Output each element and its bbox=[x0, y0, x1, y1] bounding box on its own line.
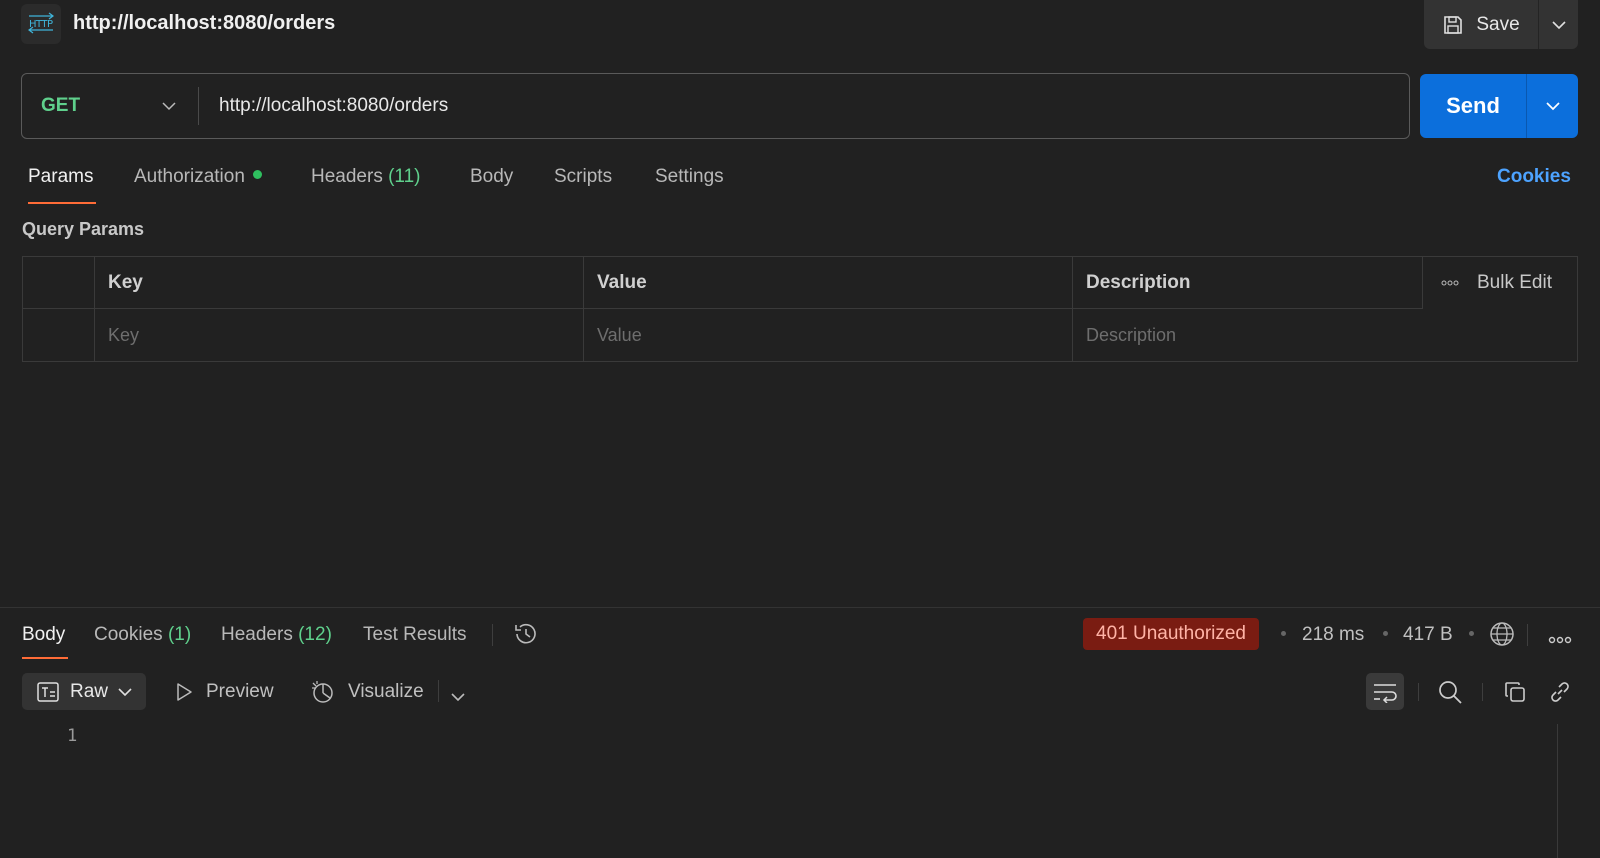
value-input[interactable]: Value bbox=[584, 309, 1073, 361]
table-header-checkbox-cell bbox=[23, 257, 95, 309]
response-size[interactable]: 417 B bbox=[1403, 624, 1453, 646]
response-tab-headers[interactable]: Headers (12) bbox=[221, 624, 332, 646]
tab-body[interactable]: Body bbox=[470, 166, 513, 188]
tab-authorization[interactable]: Authorization bbox=[134, 166, 262, 188]
status-badge[interactable]: 401 Unauthorized bbox=[1083, 618, 1259, 650]
save-button[interactable]: Save bbox=[1424, 0, 1538, 49]
response-tab-cookies[interactable]: Cookies (1) bbox=[94, 624, 191, 646]
visualize-icon bbox=[312, 680, 333, 703]
column-header-key: Key bbox=[95, 257, 584, 309]
cookies-link[interactable]: Cookies bbox=[1497, 166, 1571, 188]
separator-dot bbox=[1383, 631, 1388, 636]
visualize-options-chevron-down-icon[interactable] bbox=[451, 686, 465, 708]
separator-dot bbox=[1281, 631, 1286, 636]
chevron-down-icon bbox=[118, 687, 132, 696]
send-button[interactable]: Send bbox=[1420, 74, 1526, 138]
separator-dot bbox=[1469, 631, 1474, 636]
svg-text:HTTP: HTTP bbox=[29, 19, 53, 30]
send-button-group: Send bbox=[1420, 74, 1578, 138]
response-tab-headers-count: (12) bbox=[298, 624, 332, 645]
chevron-down-icon bbox=[1551, 20, 1566, 29]
response-tab-test-results[interactable]: Test Results bbox=[363, 624, 466, 646]
visualize-button[interactable]: Visualize bbox=[310, 673, 424, 710]
divider bbox=[492, 624, 493, 646]
format-select[interactable]: Raw bbox=[22, 673, 146, 710]
tab-headers-label: Headers bbox=[311, 166, 383, 187]
chevron-down-icon bbox=[162, 102, 176, 111]
divider bbox=[438, 680, 439, 702]
history-icon[interactable] bbox=[512, 620, 540, 654]
tab-settings[interactable]: Settings bbox=[655, 166, 724, 188]
chevron-down-icon bbox=[1545, 102, 1560, 111]
save-label: Save bbox=[1476, 13, 1520, 35]
column-header-description: Description bbox=[1073, 257, 1423, 309]
url-input[interactable]: http://localhost:8080/orders bbox=[199, 74, 1409, 138]
request-title[interactable]: http://localhost:8080/orders bbox=[73, 12, 335, 35]
response-tab-cookies-count: (1) bbox=[167, 624, 192, 645]
more-options-icon bbox=[1441, 280, 1459, 286]
response-tab-headers-label: Headers bbox=[221, 624, 293, 645]
visualize-label: Visualize bbox=[348, 680, 424, 702]
text-format-icon bbox=[37, 681, 59, 702]
play-icon bbox=[177, 682, 192, 701]
query-params-title: Query Params bbox=[22, 219, 145, 239]
description-input[interactable]: Description bbox=[1073, 309, 1577, 361]
url-bar: GET http://localhost:8080/orders bbox=[21, 73, 1410, 139]
editor-scrollbar[interactable] bbox=[1557, 724, 1558, 858]
status-dot-icon bbox=[252, 170, 262, 180]
method-select[interactable]: GET bbox=[22, 74, 198, 138]
column-header-value: Value bbox=[584, 257, 1073, 309]
tab-authorization-label: Authorization bbox=[134, 166, 245, 187]
http-request-icon: HTTP bbox=[21, 4, 61, 44]
search-icon[interactable] bbox=[1431, 673, 1469, 710]
bulk-edit-label: Bulk Edit bbox=[1477, 272, 1552, 293]
preview-button[interactable]: Preview bbox=[174, 673, 274, 710]
format-label: Raw bbox=[70, 680, 109, 702]
divider bbox=[1418, 683, 1419, 701]
active-tab-indicator bbox=[28, 202, 96, 204]
globe-icon[interactable] bbox=[1488, 620, 1516, 654]
preview-label: Preview bbox=[206, 680, 274, 702]
tab-params[interactable]: Params bbox=[28, 166, 93, 188]
method-label: GET bbox=[41, 95, 81, 116]
key-input[interactable]: Key bbox=[95, 309, 584, 361]
more-options-icon[interactable] bbox=[1548, 629, 1572, 651]
divider bbox=[1482, 683, 1483, 701]
bulk-edit-button[interactable]: Bulk Edit bbox=[1423, 257, 1578, 309]
response-tab-cookies-label: Cookies bbox=[94, 624, 163, 645]
save-icon bbox=[1444, 15, 1463, 34]
line-number: 1 bbox=[67, 726, 78, 746]
query-params-table: Key Value Description Bulk Edit Key Valu… bbox=[22, 256, 1578, 362]
pane-divider[interactable] bbox=[0, 607, 1600, 608]
save-button-group: Save bbox=[1424, 0, 1578, 49]
copy-icon[interactable] bbox=[1496, 673, 1534, 710]
tab-headers[interactable]: Headers (11) bbox=[311, 166, 421, 188]
response-time[interactable]: 218 ms bbox=[1302, 624, 1364, 646]
tab-headers-count: (11) bbox=[388, 166, 421, 187]
link-icon[interactable] bbox=[1541, 673, 1579, 710]
word-wrap-icon[interactable] bbox=[1366, 673, 1404, 710]
divider bbox=[1527, 624, 1528, 646]
row-checkbox-cell bbox=[23, 309, 95, 361]
send-options-button[interactable] bbox=[1526, 74, 1578, 138]
response-tab-body[interactable]: Body bbox=[22, 624, 65, 646]
tab-scripts[interactable]: Scripts bbox=[554, 166, 612, 188]
save-options-button[interactable] bbox=[1538, 0, 1578, 49]
active-tab-indicator bbox=[22, 657, 68, 659]
